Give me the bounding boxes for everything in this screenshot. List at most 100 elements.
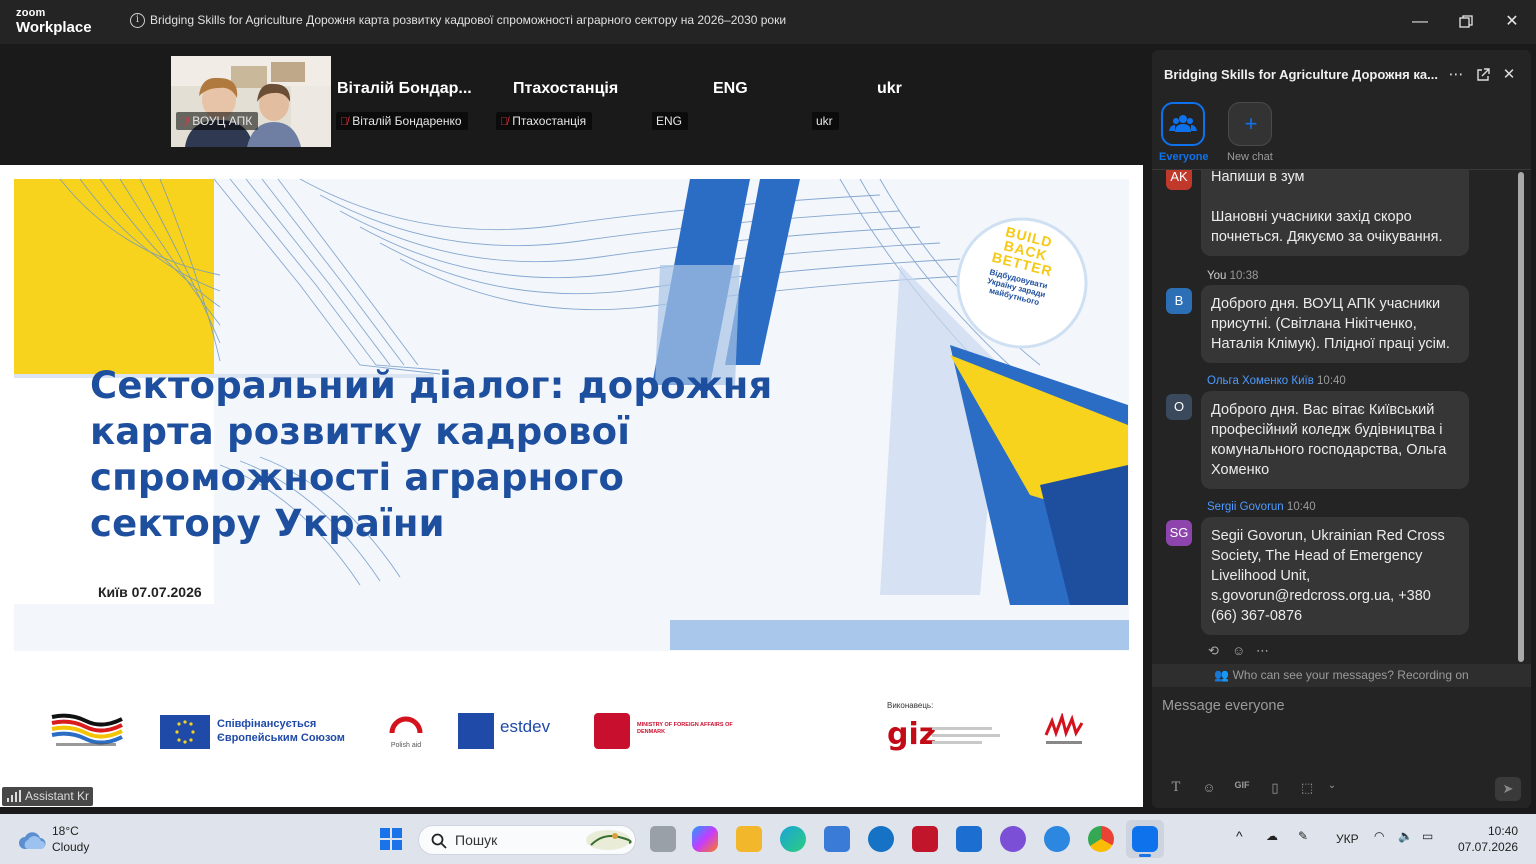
- muted-mic-icon: 🎙̸: [340, 116, 349, 128]
- assistant-badge[interactable]: Assistant Kr: [2, 787, 94, 808]
- participant-label: ENG: [652, 112, 689, 130]
- clock[interactable]: 10:40 07.07.2026: [1458, 824, 1518, 854]
- chrome-icon[interactable]: [1088, 826, 1114, 852]
- reply-thread-icon[interactable]: ⟲: [1208, 643, 1219, 659]
- plus-icon: +: [1244, 111, 1258, 136]
- minimize-icon[interactable]: —: [1405, 8, 1435, 36]
- chat-title: Bridging Skills for Agriculture Дорожня …: [1164, 67, 1438, 82]
- zoom-taskbar-active[interactable]: [1126, 820, 1164, 858]
- zoom-app-icon: [1132, 826, 1158, 852]
- avatar[interactable]: AK: [1166, 170, 1192, 190]
- send-button[interactable]: ➤: [1495, 777, 1521, 801]
- tray-chevron-up-icon[interactable]: ^: [1236, 828, 1243, 844]
- wifi-icon[interactable]: ◠: [1374, 829, 1384, 843]
- title-bar: zoom Workplace i Bridging Skills for Agr…: [0, 0, 1536, 44]
- message-sender: Sergii Govorun 10:40: [1207, 501, 1316, 513]
- avatar[interactable]: B: [1166, 288, 1192, 314]
- pen-tray-icon[interactable]: ✎: [1298, 829, 1308, 843]
- message-sender: You 10:38: [1207, 270, 1259, 282]
- tab-new-chat[interactable]: +: [1228, 102, 1272, 146]
- solidarity-fund-logo: [1044, 713, 1084, 744]
- denmark-crest-logo: [594, 713, 630, 749]
- participant-strip: 🎙̸ ВОУЦ АПК Віталій Бондар... 🎙̸ Віталій Б…: [0, 44, 1146, 165]
- tab-new-chat-label: New chat: [1227, 151, 1273, 163]
- denmark-text: MINISTRY OF FOREIGN AFFAIRS OF DENMARK: [637, 722, 733, 735]
- pop-out-icon[interactable]: [1472, 64, 1494, 86]
- start-button[interactable]: [380, 828, 402, 850]
- privacy-notice[interactable]: 👥 Who can see your messages? Recording o…: [1152, 664, 1531, 687]
- close-chat-icon[interactable]: ✕: [1498, 64, 1520, 86]
- restore-icon[interactable]: [1451, 8, 1481, 36]
- signal-bars-icon: [6, 789, 22, 808]
- message-bubble[interactable]: Segii Govorun, Ukrainian Red Cross Socie…: [1201, 517, 1469, 635]
- muted-mic-icon: 🎙̸: [180, 116, 189, 128]
- viber-icon[interactable]: [1000, 826, 1026, 852]
- screenshot-icon[interactable]: ⬚: [1297, 780, 1317, 796]
- text-format-icon[interactable]: T: [1166, 780, 1186, 795]
- windows-taskbar: 18°C Cloudy Пошук ^ ☁ ✎ УКР ◠ 🔈 ▭ 10:40 …: [0, 814, 1536, 864]
- zoom-logo: zoom Workplace: [16, 7, 92, 36]
- message-input[interactable]: Message everyone: [1162, 698, 1285, 714]
- message-bubble[interactable]: Доброго дня. ВОУЦ АПК учасники присутні.…: [1201, 285, 1469, 363]
- eu-flag-logo: [160, 715, 210, 749]
- file-explorer-icon[interactable]: [736, 826, 762, 852]
- copilot-icon[interactable]: [692, 826, 718, 852]
- people-icon: [1169, 115, 1197, 132]
- participant-name[interactable]: Птахостанція: [513, 80, 618, 98]
- language-indicator[interactable]: УКР: [1336, 832, 1359, 846]
- estdev-text: estdev: [500, 717, 551, 736]
- more-options-icon[interactable]: ⋯: [1445, 64, 1467, 86]
- task-view-icon[interactable]: [650, 826, 676, 852]
- info-icon[interactable]: i: [130, 13, 145, 28]
- more-actions-icon[interactable]: ⋯: [1256, 643, 1269, 659]
- meeting-title: Bridging Skills for Agriculture Дорожня …: [150, 13, 787, 27]
- participant-video-vouts[interactable]: [171, 56, 331, 147]
- participant-label: 🎙̸ Віталій Бондаренко: [336, 112, 468, 130]
- help-icon[interactable]: [1044, 826, 1070, 852]
- message-bubble[interactable]: Доброго дня. Вас вітає Київський професі…: [1201, 391, 1469, 489]
- windows-icon: [380, 828, 402, 850]
- close-window-icon[interactable]: ✕: [1497, 8, 1527, 36]
- slide-title: Секторальний діалог: дорожня карта розви…: [90, 364, 773, 545]
- mcafee-icon[interactable]: [912, 826, 938, 852]
- search-icon: [431, 833, 447, 849]
- message-list[interactable]: AK Напиши в зум Шановні учасники захід с…: [1152, 170, 1522, 663]
- muted-mic-icon: 🎙̸: [500, 116, 509, 128]
- participant-label: 🎙̸ Птахостанція: [496, 112, 593, 130]
- chat-scrollbar[interactable]: [1518, 172, 1524, 662]
- search-highlight-icon: [586, 830, 632, 850]
- participant-name[interactable]: ENG: [713, 80, 748, 98]
- chat-panel: Bridging Skills for Agriculture Дорожня …: [1152, 50, 1531, 808]
- message-sender: Ольга Хоменко Київ 10:40: [1207, 375, 1346, 387]
- edge-browser-icon[interactable]: [780, 826, 806, 852]
- hp-icon[interactable]: [868, 826, 894, 852]
- active-indicator: [1139, 854, 1151, 857]
- file-icon[interactable]: ▯: [1265, 780, 1285, 796]
- chevron-down-icon[interactable]: ⌄: [1322, 780, 1342, 791]
- participant-name[interactable]: Віталій Бондар...: [337, 80, 472, 98]
- store-icon[interactable]: [824, 826, 850, 852]
- giz-logo: giz: [887, 717, 937, 752]
- taskbar-search[interactable]: Пошук: [418, 825, 636, 855]
- zoom-app: zoom Workplace i Bridging Skills for Agr…: [0, 0, 1536, 814]
- outlook-icon[interactable]: [956, 826, 982, 852]
- volume-icon[interactable]: 🔈: [1398, 829, 1413, 843]
- tab-everyone[interactable]: [1161, 102, 1205, 146]
- participant-label: ukr: [812, 112, 839, 130]
- polish-aid-logo: Polish aid: [388, 711, 424, 751]
- avatar[interactable]: SG: [1166, 520, 1192, 546]
- eu-cofunding-text: Співфінансується Європейським Союзом: [217, 718, 345, 744]
- participant-name[interactable]: ukr: [877, 80, 902, 98]
- shared-screen-slide: BUILD BACK BETTER Відбудовувати Україну …: [0, 165, 1143, 807]
- cloud-icon: [19, 832, 46, 849]
- emoji-icon[interactable]: ☺: [1199, 780, 1219, 795]
- gif-icon[interactable]: GIF: [1232, 780, 1252, 790]
- cloud-weather-tray-icon[interactable]: ☁: [1266, 829, 1278, 843]
- avatar[interactable]: O: [1166, 394, 1192, 420]
- giz-subtext: [932, 727, 1004, 747]
- add-reaction-icon[interactable]: ☺: [1232, 643, 1245, 658]
- weather-widget[interactable]: 18°C Cloudy: [18, 824, 108, 856]
- message-bubble[interactable]: Напиши в зум Шановні учасники захід скор…: [1201, 170, 1469, 256]
- people-visibility-icon: 👥: [1214, 668, 1233, 682]
- battery-icon[interactable]: ▭: [1422, 829, 1433, 843]
